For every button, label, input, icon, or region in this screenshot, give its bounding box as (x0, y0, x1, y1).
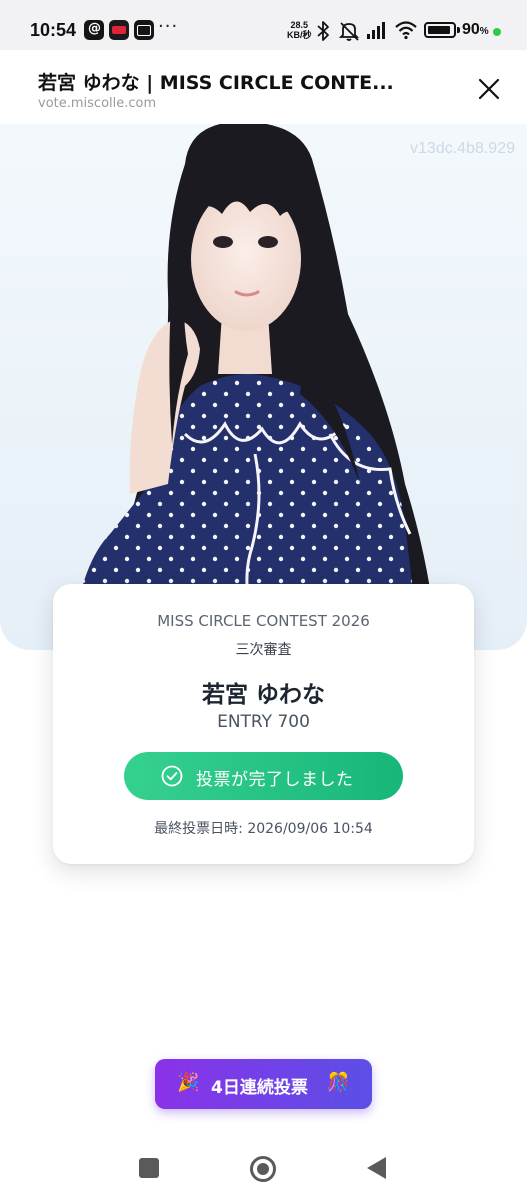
recents-button[interactable] (139, 1158, 159, 1178)
candidate-photo: v13dc.4b8.929 v13dc.4b8.929 (0, 124, 527, 650)
close-icon[interactable] (476, 76, 502, 102)
app-box-icon (134, 20, 154, 40)
battery-tip (457, 27, 460, 33)
candidate-photo-illustration (70, 124, 438, 650)
wifi-icon (395, 21, 417, 40)
battery-icon (424, 22, 456, 38)
status-time: 10:54 (30, 20, 77, 40)
streak-label: 4日連続投票 (211, 1078, 308, 1098)
battery-percent-value: 90 (462, 21, 480, 38)
battery-percent: 90% (462, 21, 489, 39)
vote-status-label: 投票が完了しました (196, 770, 354, 790)
net-speed-unit: KB/秒 (287, 30, 312, 40)
net-speed-value: 28.5 (290, 20, 309, 30)
browser-header: 若宮 ゆわな | MISS CIRCLE CONTE... vote.misco… (0, 50, 527, 124)
vote-complete-button[interactable]: 投票が完了しました (124, 752, 403, 800)
contest-round: 三次審査 (235, 642, 292, 658)
entry-number: ENTRY 700 (217, 712, 310, 732)
mute-icon (338, 22, 360, 41)
page-url: vote.miscolle.com (38, 96, 157, 111)
check-circle-icon (161, 765, 183, 787)
last-vote-time: 最終投票日時: 2026/09/06 10:54 (154, 821, 373, 837)
home-button[interactable] (250, 1156, 276, 1182)
signal-icon (367, 22, 385, 39)
battery-percent-sign: % (479, 26, 489, 37)
watermark-top: v13dc.4b8.929 (410, 140, 515, 157)
contest-name: MISS CIRCLE CONTEST 2026 (157, 612, 370, 630)
bluetooth-icon (317, 21, 329, 41)
screen: 10:54 ··· 28.5 KB/秒 (0, 0, 527, 1200)
candidate-card: MISS CIRCLE CONTEST 2026 三次審査 若宮 ゆわな ENT… (53, 584, 474, 864)
app-red-icon (109, 20, 129, 40)
confetti-ball-icon: 🎊 (327, 1072, 350, 1093)
back-button[interactable] (367, 1157, 386, 1179)
page-title: 若宮 ゆわな | MISS CIRCLE CONTE... (38, 72, 394, 94)
more-notifications: ··· (158, 16, 179, 37)
privacy-indicator (493, 28, 501, 36)
streak-badge[interactable]: 🎉 4日連続投票 🎊 (155, 1059, 372, 1109)
party-popper-icon: 🎉 (177, 1072, 200, 1093)
battery-level (428, 26, 450, 34)
candidate-name: 若宮 ゆわな (201, 682, 325, 708)
navigation-bar (0, 1140, 527, 1200)
net-speed: 28.5 KB/秒 (287, 20, 312, 40)
threads-icon (84, 20, 104, 40)
